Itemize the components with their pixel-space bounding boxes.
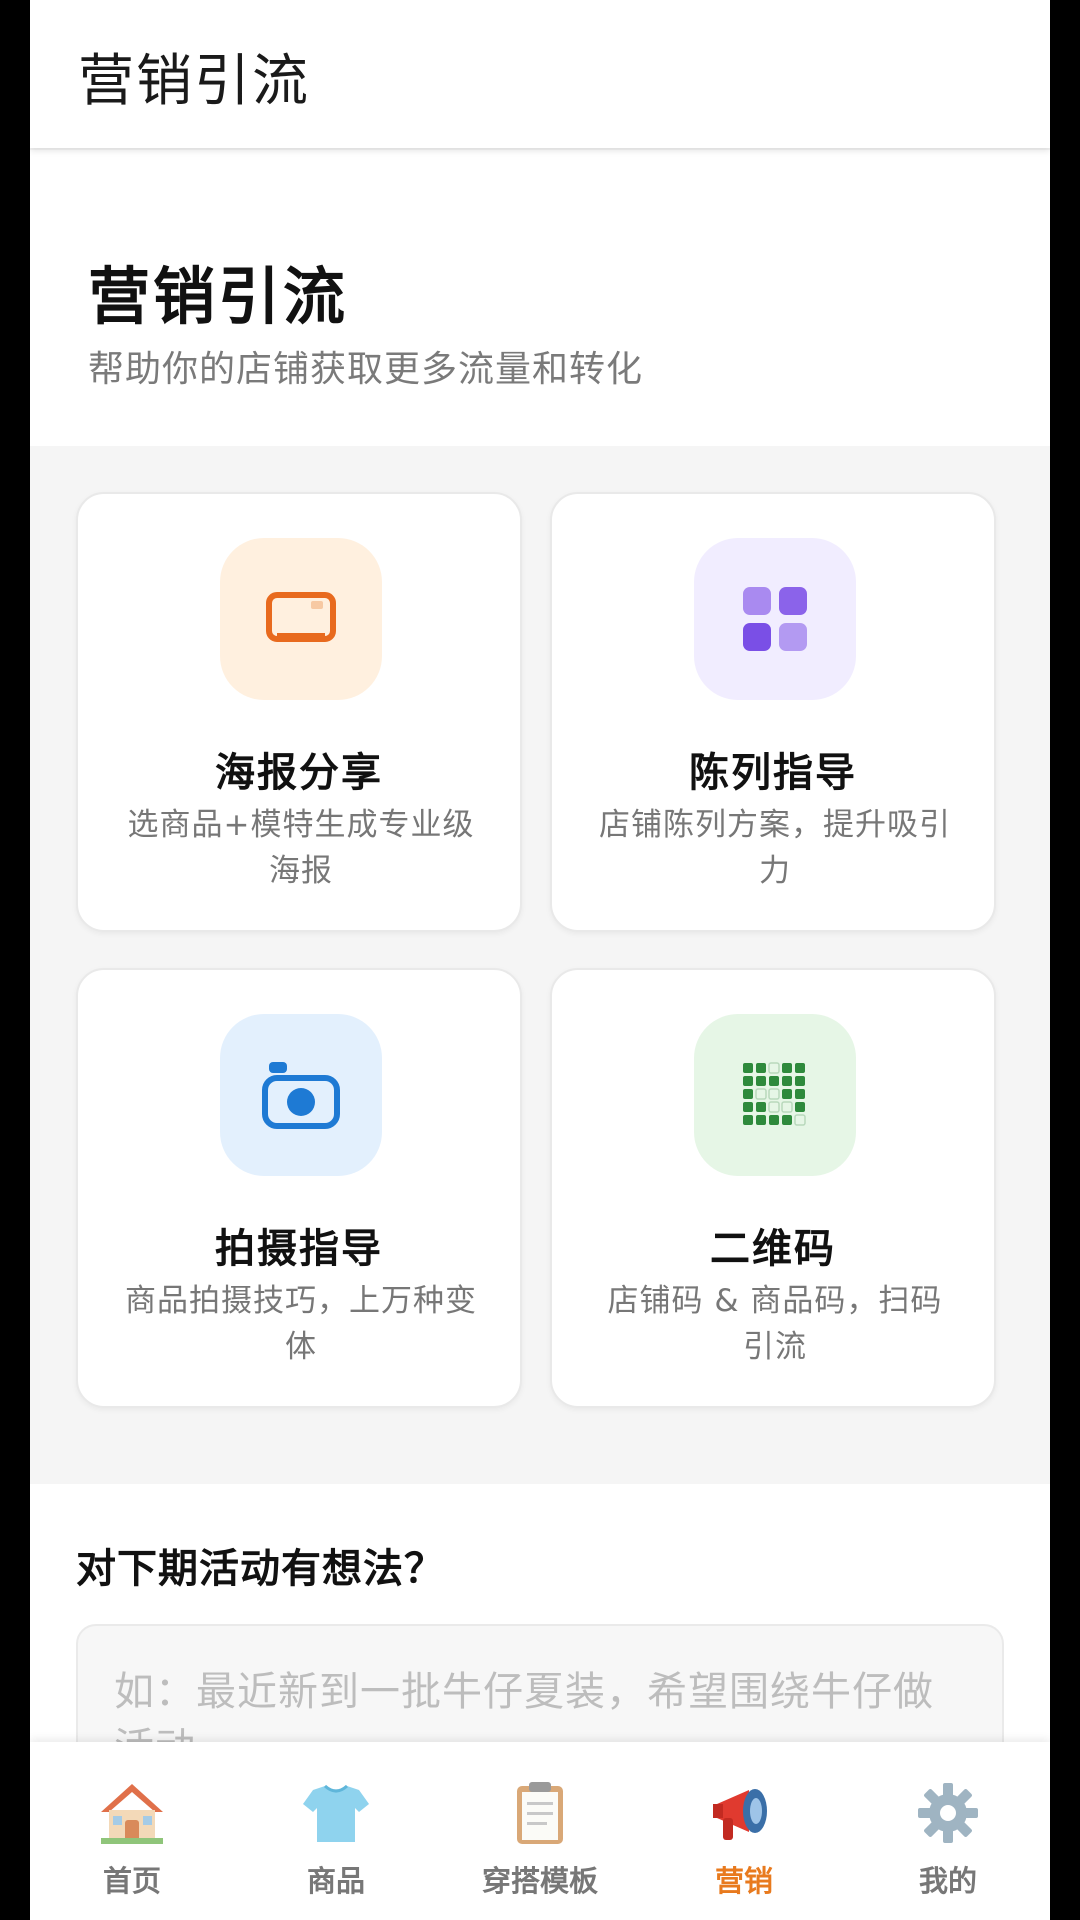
house-icon [97,1780,167,1846]
nav-item-products[interactable]: 商品 [234,1742,438,1920]
nav-label: 首页 [102,1864,161,1898]
megaphone-icon [709,1780,779,1846]
nav-item-marketing[interactable]: 营销 [642,1742,846,1920]
card-desc: 店铺码 & 商品码，扫码引流 [607,1283,943,1365]
clipboard-icon [505,1780,575,1846]
card-photo-guide[interactable]: 拍摄指导 商品拍摄技巧，上万种变体 [76,968,522,1408]
card-title: 海报分享 [215,750,383,796]
bottom-nav: 首页 商品 穿搭模板 营销 我的 [30,1742,1050,1920]
nav-label: 营销 [714,1864,773,1898]
camera-icon [220,1014,382,1176]
poster-icon [220,538,382,700]
nav-item-outfit-templates[interactable]: 穿搭模板 [438,1742,642,1920]
nav-item-home[interactable]: 首页 [30,1742,234,1920]
app-bar: 营销引流 [30,0,1050,148]
card-title: 陈列指导 [689,750,857,796]
page-subtitle: 帮助你的店铺获取更多流量和转化 [88,349,644,390]
card-desc: 店铺陈列方案，提升吸引力 [599,807,951,889]
page-title: 营销引流 [88,260,349,333]
qrcode-icon [694,1014,856,1176]
feedback-title: 对下期活动有想法？ [76,1546,445,1592]
card-qrcode[interactable]: 二维码 店铺码 & 商品码，扫码引流 [550,968,996,1408]
nav-label: 穿搭模板 [481,1864,598,1898]
nav-label: 我的 [918,1864,977,1898]
nav-label: 商品 [306,1864,365,1898]
gear-icon [913,1780,983,1846]
nav-item-mine[interactable]: 我的 [846,1742,1050,1920]
card-display-guide[interactable]: 陈列指导 店铺陈列方案，提升吸引力 [550,492,996,932]
grid-icon [694,538,856,700]
card-desc: 选商品+模特生成专业级海报 [127,807,475,889]
card-poster-share[interactable]: 海报分享 选商品+模特生成专业级海报 [76,492,522,932]
tshirt-icon [301,1780,371,1846]
screen: 营销引流 营销引流 帮助你的店铺获取更多流量和转化 海报分享 选商品+模特生成专… [30,0,1050,1920]
card-title: 二维码 [710,1226,836,1272]
card-title: 拍摄指导 [215,1226,383,1272]
app-bar-title: 营销引流 [78,49,310,114]
hero-section: 营销引流 帮助你的店铺获取更多流量和转化 [30,150,1050,446]
card-desc: 商品拍摄技巧，上万种变体 [125,1283,477,1365]
